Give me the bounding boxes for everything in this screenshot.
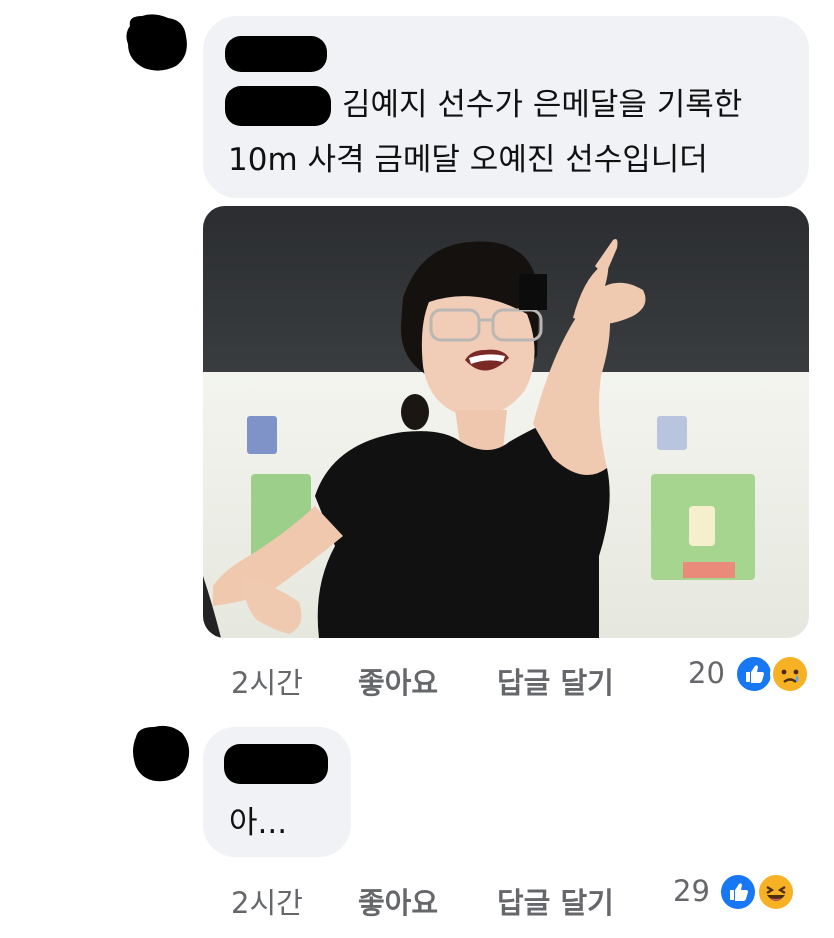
- comment-time[interactable]: 2시간: [231, 660, 303, 702]
- avatar[interactable]: [124, 12, 190, 72]
- reply-button[interactable]: 답글 달기: [497, 880, 614, 922]
- comment-time[interactable]: 2시간: [231, 880, 303, 922]
- comment-text-line-1: 아...: [229, 805, 288, 841]
- comment-photo[interactable]: [203, 206, 809, 638]
- author-name-redacted[interactable]: [225, 36, 327, 72]
- like-icon[interactable]: [734, 654, 774, 694]
- author-name-redacted[interactable]: [224, 744, 328, 784]
- author-name-redacted-line2: [225, 86, 331, 126]
- reaction-count[interactable]: 20: [688, 656, 725, 690]
- photo-athlete-pointing: [203, 206, 809, 638]
- sad-icon[interactable]: [770, 654, 810, 694]
- avatar[interactable]: [130, 723, 192, 783]
- laugh-icon[interactable]: [756, 872, 796, 912]
- like-icon[interactable]: [718, 872, 758, 912]
- comment-text-line-1: 김예지 선수가 은메달을 기록한: [342, 87, 743, 123]
- reaction-count[interactable]: 29: [673, 874, 710, 908]
- comment-text-line-2: 10m 사격 금메달 오예진 선수입니더: [228, 142, 708, 178]
- reply-button[interactable]: 답글 달기: [497, 660, 614, 702]
- like-button[interactable]: 좋아요: [358, 880, 438, 922]
- like-button[interactable]: 좋아요: [358, 660, 438, 702]
